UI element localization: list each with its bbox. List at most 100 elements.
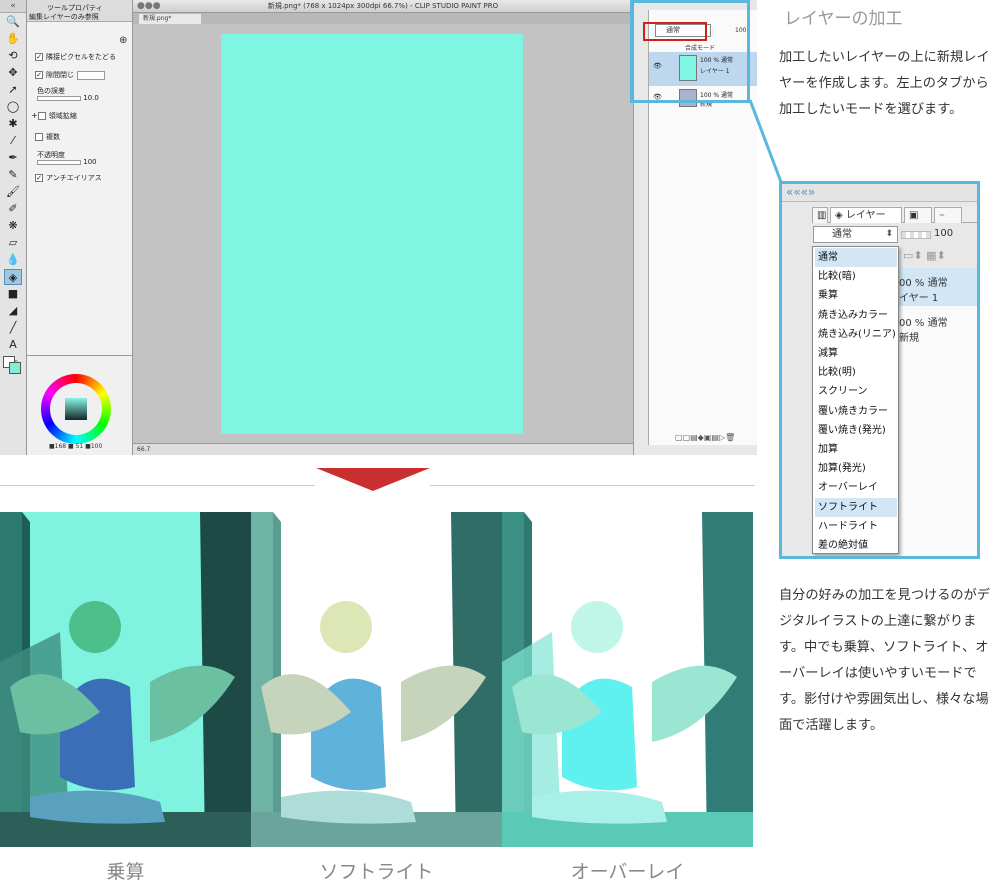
blend-mode-option[interactable]: 加算(発光): [815, 459, 897, 478]
expand-icon[interactable]: +: [31, 111, 38, 120]
layer-panel-highlight: [630, 0, 750, 103]
canvas-area[interactable]: [133, 24, 633, 443]
divider-left: [0, 485, 315, 486]
follow-pixels-option[interactable]: ✓ 隣接ピクセルをたどる: [35, 52, 116, 62]
multi-ref-option[interactable]: 複数: [35, 132, 60, 142]
saturation-square[interactable]: [65, 398, 87, 420]
angel-illustration-overlay: [502, 512, 753, 847]
magnifier-icon[interactable]: ⊕: [119, 35, 127, 46]
zoom-tool-icon[interactable]: 🔍: [4, 14, 22, 30]
tab-properties[interactable]: ▥: [812, 207, 828, 223]
color-wheel[interactable]: [41, 374, 111, 444]
layer-meta: 00 % 通常: [899, 278, 948, 289]
sub-color-swatch[interactable]: [9, 362, 21, 374]
blend-mode-option[interactable]: 覆い焼きカラー: [815, 402, 897, 421]
pencil-tool-icon[interactable]: ✎: [4, 167, 22, 183]
blend-mode-option[interactable]: 比較(暗): [815, 267, 897, 286]
layer-meta: 00 % 通常: [899, 318, 948, 329]
checkbox-checked-icon[interactable]: ✓: [35, 71, 43, 79]
blend-mode-option[interactable]: 減算: [815, 344, 897, 363]
zoom-value[interactable]: 66.7: [137, 446, 150, 453]
decoration-tool-icon[interactable]: ❋: [4, 218, 22, 234]
canvas[interactable]: [221, 34, 523, 434]
status-bar: 66.7: [133, 443, 633, 455]
checkbox-checked-icon[interactable]: ✓: [35, 174, 43, 182]
blend-mode-option[interactable]: 差の絶対値: [815, 536, 897, 555]
divider-right: [430, 485, 755, 486]
blend-mode-option[interactable]: 焼き込み(リニア): [815, 325, 897, 344]
operation-tool-icon[interactable]: ➚: [4, 82, 22, 98]
pen-tool-icon[interactable]: ✒: [4, 150, 22, 166]
hand-tool-icon[interactable]: ✋: [4, 31, 22, 47]
layer-row[interactable]: 00 % 通常 イヤー 1: [897, 268, 977, 306]
eyedropper-icon[interactable]: ⁄: [4, 133, 22, 149]
toolbox: « 🔍 ✋ ⟲ ✥ ➚ ◯ ✱ ⁄ ✒ ✎ 🖌 ✐ ❋ ▱ 💧 ◈ ■ ◢ ╱ …: [0, 0, 27, 455]
layers-icon: ◈: [835, 210, 843, 221]
caption-multiply: 乗算: [106, 861, 145, 883]
document-tab-bar: 新規.png*: [133, 13, 633, 24]
color-values: ■168 ■ 51 ■100: [49, 443, 103, 450]
layer-list: 00 % 通常 イヤー 1 00 % 通常 新規: [897, 268, 977, 556]
layer-row[interactable]: 00 % 通常 新規: [897, 308, 977, 346]
tab-sub[interactable]: ⌁: [934, 207, 962, 223]
blend-mode-option[interactable]: オーバーレイ: [815, 478, 897, 497]
tab-layer-label: レイヤー: [845, 210, 886, 221]
line-tool-icon[interactable]: ╱: [4, 320, 22, 336]
blend-mode-option[interactable]: 乗算: [815, 286, 897, 305]
checkbox-checked-icon[interactable]: ✓: [35, 53, 43, 61]
color-margin-value: 10.0: [83, 94, 99, 102]
opacity-slider[interactable]: [901, 231, 931, 239]
eraser-tool-icon[interactable]: ▱: [4, 235, 22, 251]
move-tool-icon[interactable]: ✥: [4, 65, 22, 81]
lasso-tool-icon[interactable]: ◯: [4, 99, 22, 115]
figure-tool-icon[interactable]: ◢: [4, 303, 22, 319]
tip-paragraph: 自分の好みの加工を見つけるのがデジタルイラストの上達に繋がります。中でも乗算、ソ…: [779, 588, 990, 733]
window-titlebar: ●●● 新規.png* (768 x 1024px 300dpi 66.7%) …: [133, 0, 633, 13]
blend-mode-option[interactable]: ソフトライト: [815, 497, 897, 517]
checkbox-unchecked-icon[interactable]: [35, 133, 43, 141]
blend-mode-select[interactable]: 通常 ⬍: [813, 226, 898, 243]
checkbox-unchecked-icon[interactable]: [37, 112, 46, 120]
rotate-tool-icon[interactable]: ⟲: [4, 48, 22, 64]
blend-mode-option[interactable]: ハードライト: [815, 517, 897, 536]
tab-layer[interactable]: ◈ レイヤー: [830, 207, 902, 223]
antialias-label: アンチエイリアス: [46, 174, 102, 182]
layer-tool-icons[interactable]: ▭⬍ ▦⬍: [903, 249, 946, 262]
close-gaps-option[interactable]: ✓ 隙間閉じ: [35, 70, 105, 80]
auto-select-icon[interactable]: ✱: [4, 116, 22, 132]
document-tab[interactable]: 新規.png*: [139, 14, 201, 24]
blend-mode-option[interactable]: スクリーン: [815, 382, 897, 401]
window-controls-icon[interactable]: ●●●: [137, 0, 161, 13]
area-scaling-option[interactable]: + 領域拡縮: [31, 111, 77, 121]
brush-tool-icon[interactable]: 🖌: [4, 184, 22, 200]
text-tool-icon[interactable]: A: [4, 337, 22, 353]
overlay-example: [502, 512, 753, 847]
airbrush-tool-icon[interactable]: ✐: [4, 201, 22, 217]
blend-mode-option[interactable]: 焼き込みカラー: [815, 306, 897, 325]
panel-collapse-bar[interactable]: «««»: [782, 184, 977, 202]
layer-commands-icons[interactable]: ▢▢▤◆▣▤▷🗑: [675, 433, 735, 442]
tab-navigator[interactable]: ▣: [904, 207, 932, 223]
angel-illustration-multiply: [0, 512, 251, 847]
blend-mode-dropdown[interactable]: 通常 比較(暗) 乗算 焼き込みカラー 焼き込み(リニア) 減算 比較(明) スクリーン 覆い焼…: [812, 246, 899, 554]
follow-pixels-label: 隣接ピクセルをたどる: [46, 53, 116, 61]
softlight-example: [251, 512, 502, 847]
gap-size-selector[interactable]: [77, 70, 105, 80]
opacity-slider[interactable]: 100: [37, 158, 97, 166]
blend-mode-option[interactable]: 比較(明): [815, 363, 897, 382]
updown-icon: ⬍: [885, 229, 893, 239]
blend-mode-option[interactable]: 覆い焼き(発光): [815, 421, 897, 440]
antialias-option[interactable]: ✓ アンチエイリアス: [35, 173, 102, 183]
window-title: 新規.png* (768 x 1024px 300dpi 66.7%) - CL…: [267, 2, 499, 10]
blend-tool-icon[interactable]: 💧: [4, 252, 22, 268]
caption-softlight: ソフトライト: [319, 861, 434, 883]
fill-tool-icon[interactable]: ◈: [4, 269, 22, 285]
blend-mode-option[interactable]: 通常: [815, 248, 897, 268]
close-gaps-label: 隙間閉じ: [46, 71, 74, 79]
blend-mode-option[interactable]: 加算: [815, 440, 897, 459]
instruction-paragraph: 加工したいレイヤーの上に新規レイヤーを作成します。左上のタブから加工したいモード…: [779, 50, 990, 117]
color-margin-slider[interactable]: 10.0: [37, 94, 99, 102]
layer-opacity-value[interactable]: 100: [934, 228, 953, 239]
tool-property-panel: ツールプロパティ 編集レイヤーのみ参照 ⊕ ✓ 隣接ピクセルをたどる ✓ 隙間閉じ …: [27, 0, 133, 355]
gradient-tool-icon[interactable]: ■: [4, 286, 22, 302]
